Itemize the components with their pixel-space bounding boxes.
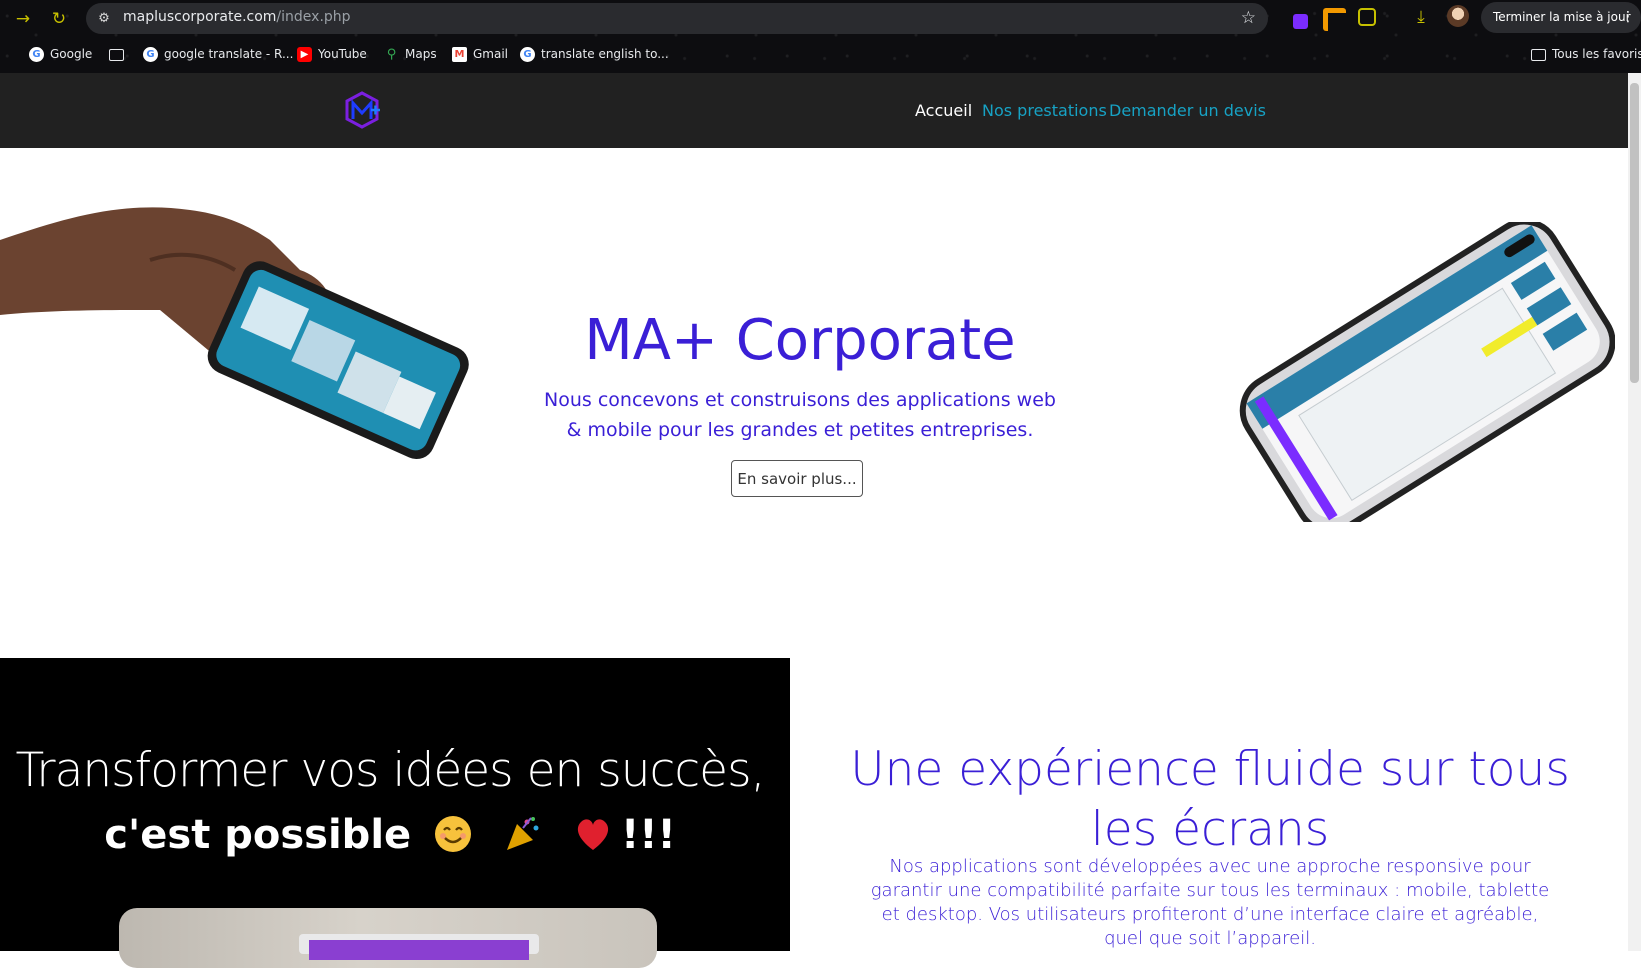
extensions-puzzle-icon[interactable] (1358, 8, 1376, 26)
party-popper-emoji (507, 817, 539, 850)
fluid-experience-title: Une expérience fluide sur tous les écran… (850, 742, 1570, 857)
fluid-experience-text: Nos applications sont développées avec u… (870, 856, 1550, 949)
all-bookmarks[interactable]: Tous les favoris (1531, 44, 1641, 64)
nav-accueil[interactable]: Accueil (915, 101, 972, 120)
scrollbar-thumb[interactable] (1630, 83, 1639, 383)
forward-icon[interactable]: → (10, 6, 36, 32)
bookmark-label: YouTube (318, 47, 367, 61)
team-laptop-photo (119, 908, 657, 968)
bookmarks-bar: G Google Ggoogle translate - R... ▶ YouTub… (0, 40, 1641, 68)
laptop-screen-shape (309, 940, 529, 960)
update-button[interactable]: Terminer la mise à jour ⋮ (1481, 2, 1641, 33)
download-icon[interactable]: ⤓ (1408, 4, 1434, 30)
youtube-icon: ▶ (297, 47, 312, 62)
gmail-icon: M (452, 47, 467, 62)
smiling-face-emoji (435, 816, 472, 852)
exclamation-text: !!! (620, 812, 676, 858)
bookmark-maps[interactable]: ⚲ Maps (384, 44, 437, 64)
bookmark-label: google translate - R... (164, 47, 294, 61)
google-icon: G (143, 47, 158, 62)
bookmark-folder[interactable] (109, 44, 130, 64)
bookmark-google[interactable]: G Google (29, 44, 92, 64)
bookmark-label: Maps (405, 47, 437, 61)
extension-purple-icon[interactable] (1293, 14, 1308, 29)
update-button-label: Terminer la mise à jour (1493, 10, 1631, 24)
nav-nos-prestations[interactable]: Nos prestations (982, 101, 1107, 120)
folder-icon (109, 48, 124, 61)
idea-success-title: Transformer vos idées en succès, (15, 743, 765, 798)
hero-title: MA+ Corporate (584, 308, 1016, 373)
possible-text: c'est possible (104, 812, 412, 858)
bookmark-translate-english[interactable]: Gtranslate english to... (520, 44, 669, 64)
bookmark-gmail[interactable]: M Gmail (452, 44, 508, 64)
page-scrollbar[interactable] (1628, 73, 1641, 951)
idea-success-subtitle: c'est possible !!! (0, 812, 780, 858)
browser-chrome: → ↻ ⚙ mapluscorporate.com/index.php ☆ ⤓ … (0, 0, 1641, 73)
google-icon: G (29, 47, 44, 62)
bookmark-google-translate[interactable]: Ggoogle translate - R... (143, 44, 293, 64)
url-path: /index.php (276, 9, 351, 25)
site-navbar: Accueil Nos prestations Demander un devi… (0, 73, 1628, 148)
red-heart-emoji (577, 819, 609, 850)
address-bar[interactable]: ⚙ mapluscorporate.com/index.php ☆ (86, 3, 1268, 34)
bookmark-youtube[interactable]: ▶ YouTube (297, 44, 367, 64)
url-text[interactable]: mapluscorporate.com/index.php (123, 9, 351, 25)
bookmark-label: translate english to... (541, 47, 669, 61)
url-host: mapluscorporate.com (123, 9, 277, 25)
mapluscorporate-logo[interactable] (343, 91, 381, 129)
site-info-icon[interactable]: ⚙ (94, 9, 114, 29)
nav-demander-un-devis[interactable]: Demander un devis (1109, 101, 1266, 120)
reload-icon[interactable]: ↻ (46, 6, 72, 32)
hero-subtitle: Nous concevons et construisons des appli… (544, 389, 1056, 441)
bookmark-label: Gmail (473, 47, 509, 61)
maps-icon: ⚲ (386, 47, 397, 62)
google-icon: G (520, 47, 535, 62)
all-bookmarks-label: Tous les favoris (1552, 47, 1641, 61)
bookmark-star-icon[interactable]: ☆ (1241, 8, 1256, 28)
menu-dots-icon[interactable]: ⋮ (1621, 2, 1635, 33)
profile-avatar[interactable] (1447, 5, 1469, 27)
learn-more-button[interactable]: En savoir plus... (731, 460, 863, 497)
extension-orange-icon[interactable] (1323, 8, 1346, 31)
folder-icon (1531, 48, 1546, 61)
bookmark-label: Google (50, 47, 93, 61)
